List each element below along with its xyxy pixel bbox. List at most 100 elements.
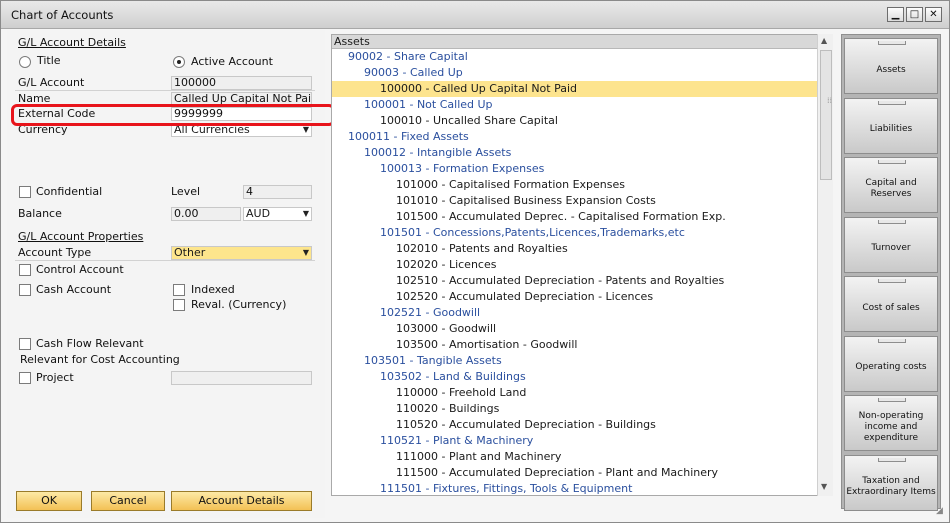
cancel-button[interactable]: Cancel: [91, 491, 165, 511]
balance-currency-select[interactable]: AUD ▼: [243, 207, 312, 221]
section-gl-account-properties: G/L Account Properties: [18, 230, 144, 243]
drawer-label: Non-operating income and expenditure: [858, 410, 924, 443]
tree-row[interactable]: 111000 - Plant and Machinery: [332, 449, 832, 465]
minimize-icon[interactable]: ▁: [887, 7, 904, 22]
cash-account-checkbox[interactable]: [19, 284, 31, 296]
tree-header: Assets: [332, 35, 832, 49]
account-details-button[interactable]: Account Details: [171, 491, 312, 511]
tree-row[interactable]: 103000 - Goodwill: [332, 321, 832, 337]
level-label: Level: [171, 185, 201, 198]
tree-row[interactable]: 101500 - Accumulated Deprec. - Capitalis…: [332, 209, 832, 225]
cash-flow-relevant-label: Cash Flow Relevant: [36, 337, 144, 350]
confidential-checkbox[interactable]: [19, 186, 31, 198]
scroll-up-icon[interactable]: ▲: [821, 36, 827, 45]
drawer-turnover[interactable]: Turnover: [844, 216, 938, 273]
tree-row-selected[interactable]: 100000 - Called Up Capital Not Paid: [332, 81, 832, 97]
gl-account-label: G/L Account: [18, 76, 85, 89]
account-type-select[interactable]: Other ▼: [171, 246, 312, 260]
drawer-handle-icon: [878, 457, 906, 462]
title-bar[interactable]: Chart of Accounts ▁ □ ✕: [1, 1, 949, 29]
tree-row[interactable]: 101501 - Concessions,Patents,Licences,Tr…: [332, 225, 832, 241]
account-type-label: Account Type: [18, 246, 92, 259]
close-icon[interactable]: ✕: [925, 7, 942, 22]
cash-flow-relevant-checkbox[interactable]: [19, 338, 31, 350]
tree-row[interactable]: 102521 - Goodwill: [332, 305, 832, 321]
drawer-non-operating-income-and-expenditure[interactable]: Non-operating income and expenditure: [844, 395, 938, 451]
chevron-down-icon: ▼: [302, 248, 309, 257]
drawer-label: Operating costs: [855, 362, 927, 372]
drawer-handle-icon: [878, 398, 906, 402]
radio-title[interactable]: [19, 56, 31, 68]
ok-button[interactable]: OK: [16, 491, 82, 511]
tree-row[interactable]: 110520 - Accumulated Depreciation - Buil…: [332, 417, 832, 433]
tree-row[interactable]: 100011 - Fixed Assets: [332, 129, 832, 145]
resize-grip-icon[interactable]: ◢: [936, 506, 943, 516]
drawer-assets[interactable]: Assets: [844, 38, 938, 94]
project-checkbox[interactable]: [19, 372, 31, 384]
drawer-label: Capital and Reserves: [865, 178, 917, 199]
drawer-capital-and-reserves[interactable]: Capital and Reserves: [844, 157, 938, 213]
tree-row[interactable]: 90003 - Called Up: [332, 65, 832, 81]
scroll-down-icon[interactable]: ▼: [821, 482, 827, 491]
indexed-label: Indexed: [191, 283, 235, 296]
balance-field: 0.00: [171, 207, 241, 221]
tree-row[interactable]: 102020 - Licences: [332, 257, 832, 273]
chevron-down-icon: ▼: [302, 209, 309, 218]
gl-account-field[interactable]: 100000: [171, 76, 312, 90]
radio-title-label: Title: [37, 54, 61, 67]
cost-accounting-label: Relevant for Cost Accounting: [20, 353, 180, 366]
section-gl-account-details: G/L Account Details: [18, 36, 126, 49]
level-field: 4: [243, 185, 312, 199]
tree-row[interactable]: 110000 - Freehold Land: [332, 385, 832, 401]
tree-row[interactable]: 101000 - Capitalised Formation Expenses: [332, 177, 832, 193]
reval-currency-label: Reval. (Currency): [191, 298, 287, 311]
drawer-liabilities[interactable]: Liabilities: [844, 97, 938, 154]
tree-row[interactable]: 100010 - Uncalled Share Capital: [332, 113, 832, 129]
drawer-handle-icon: [878, 100, 906, 105]
tree-row[interactable]: 102010 - Patents and Royalties: [332, 241, 832, 257]
account-type-value: Other: [174, 246, 206, 259]
window-title: Chart of Accounts: [11, 8, 114, 22]
tree-row[interactable]: 103501 - Tangible Assets: [332, 353, 832, 369]
external-code-highlight: [11, 104, 335, 126]
tree-row[interactable]: 111500 - Accumulated Depreciation - Plan…: [332, 465, 832, 481]
tree-row[interactable]: 100001 - Not Called Up: [332, 97, 832, 113]
tree-row[interactable]: 103502 - Land & Buildings: [332, 369, 832, 385]
tree-row[interactable]: 111501 - Fixtures, Fittings, Tools & Equ…: [332, 481, 832, 495]
tree-row[interactable]: 100012 - Intangible Assets: [332, 145, 832, 161]
accounts-tree[interactable]: Assets 90002 - Share Capital 90003 - Call…: [331, 34, 833, 496]
tree-row[interactable]: 110521 - Plant & Machinery: [332, 433, 832, 449]
drawer-handle-icon: [878, 338, 906, 343]
tree-row[interactable]: 102510 - Accumulated Depreciation - Pate…: [332, 273, 832, 289]
drawer-handle-icon: [878, 41, 906, 45]
drawer-cost-of-sales[interactable]: Cost of sales: [844, 276, 938, 332]
tree-row[interactable]: 110020 - Buildings: [332, 401, 832, 417]
tree-row[interactable]: 90002 - Share Capital: [332, 49, 832, 65]
radio-active-account[interactable]: [173, 56, 185, 68]
drawer-label: Cost of sales: [862, 302, 920, 313]
radio-active-account-label: Active Account: [191, 55, 273, 68]
control-account-checkbox[interactable]: [19, 264, 31, 276]
indexed-checkbox[interactable]: [173, 284, 185, 296]
tree-row[interactable]: 100013 - Formation Expenses: [332, 161, 832, 177]
control-account-label: Control Account: [36, 263, 124, 276]
chart-of-accounts-window: Chart of Accounts ▁ □ ✕ G/L Account Deta…: [0, 0, 950, 523]
tree-rows: 90002 - Share Capital 90003 - Called Up 10…: [332, 49, 832, 495]
drawer-cabinet: Assets Liabilities Capital and Reserves Tur…: [841, 34, 941, 511]
drawer-taxation-and-extraordinary-items[interactable]: Taxation and Extraordinary Items: [844, 454, 938, 511]
drawer-label: Liabilities: [869, 124, 913, 134]
balance-label: Balance: [18, 207, 62, 220]
divider: [15, 90, 315, 91]
drawer-label: Taxation and Extraordinary Items: [846, 475, 936, 497]
tree-row[interactable]: 103500 - Amortisation - Goodwill: [332, 337, 832, 353]
tree-row[interactable]: 102520 - Accumulated Depreciation - Lice…: [332, 289, 832, 305]
reval-currency-checkbox[interactable]: [173, 299, 185, 311]
maximize-icon[interactable]: □: [906, 7, 923, 22]
divider: [15, 260, 315, 261]
splitter-grip-icon[interactable]: ⁞⁞: [827, 96, 832, 105]
balance-currency-value: AUD: [246, 207, 271, 220]
scrollbar-thumb[interactable]: [820, 50, 832, 180]
drawer-operating-costs[interactable]: Operating costs: [844, 335, 938, 392]
project-field[interactable]: [171, 371, 312, 385]
tree-row[interactable]: 101010 - Capitalised Business Expansion …: [332, 193, 832, 209]
